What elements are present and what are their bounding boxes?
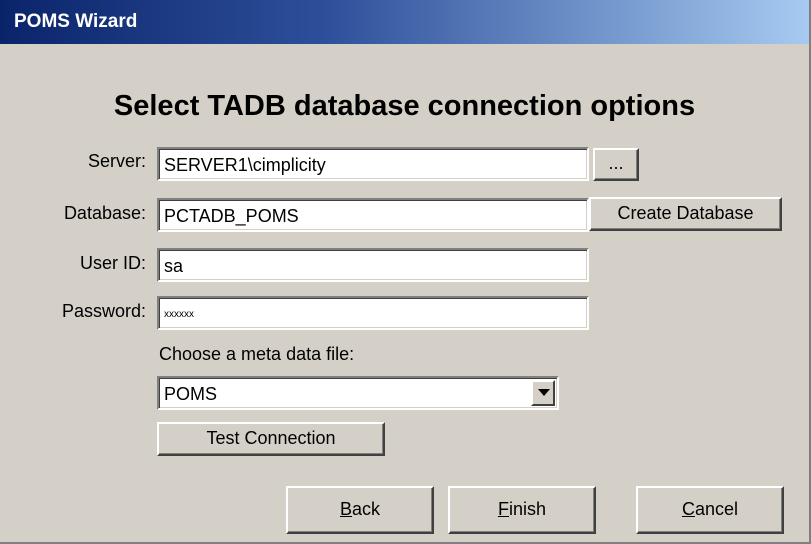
- cancel-button[interactable]: Cancel: [636, 486, 784, 534]
- poms-wizard-window: POMS Wizard Select TADB database connect…: [0, 0, 811, 544]
- server-label: Server:: [87, 151, 146, 171]
- userid-label: User ID:: [79, 253, 146, 273]
- cancel-mnemonic: C: [681, 499, 695, 519]
- password-value: xxxxxx: [164, 309, 194, 320]
- back-mnemonic: B: [339, 499, 352, 519]
- test-connection-button[interactable]: Test Connection: [157, 422, 385, 456]
- create-database-button[interactable]: Create Database: [589, 197, 782, 231]
- chevron-down-icon[interactable]: [531, 380, 555, 406]
- database-value: PCTADB_POMS: [164, 206, 299, 226]
- page-title: Select TADB database connection options: [113, 90, 696, 122]
- metadata-select[interactable]: POMS: [157, 376, 559, 410]
- finish-mnemonic: F: [497, 499, 509, 519]
- database-label: Database:: [63, 203, 146, 223]
- password-label: Password:: [61, 301, 146, 321]
- title-bar[interactable]: POMS Wizard: [0, 0, 809, 44]
- server-value: SERVER1\cimplicity: [164, 155, 326, 175]
- create-database-label: Create Database: [617, 203, 754, 223]
- finish-label: inish: [508, 499, 547, 519]
- test-connection-label: Test Connection: [206, 428, 336, 448]
- database-input[interactable]: PCTADB_POMS: [157, 198, 589, 232]
- userid-value: sa: [164, 256, 184, 276]
- cancel-label: ancel: [694, 499, 739, 519]
- back-label: ack: [352, 499, 381, 519]
- browse-server-button[interactable]: ...: [593, 148, 639, 181]
- finish-button[interactable]: Finish: [448, 486, 596, 534]
- password-input[interactable]: xxxxxx: [157, 296, 589, 330]
- browse-button-label: ...: [608, 153, 624, 173]
- metadata-selected-value: POMS: [164, 384, 218, 404]
- userid-input[interactable]: sa: [157, 248, 589, 282]
- back-button[interactable]: Back: [286, 486, 434, 534]
- server-input[interactable]: SERVER1\cimplicity: [157, 147, 589, 181]
- metadata-label: Choose a meta data file:: [159, 344, 355, 364]
- window-title: POMS Wizard: [14, 11, 138, 32]
